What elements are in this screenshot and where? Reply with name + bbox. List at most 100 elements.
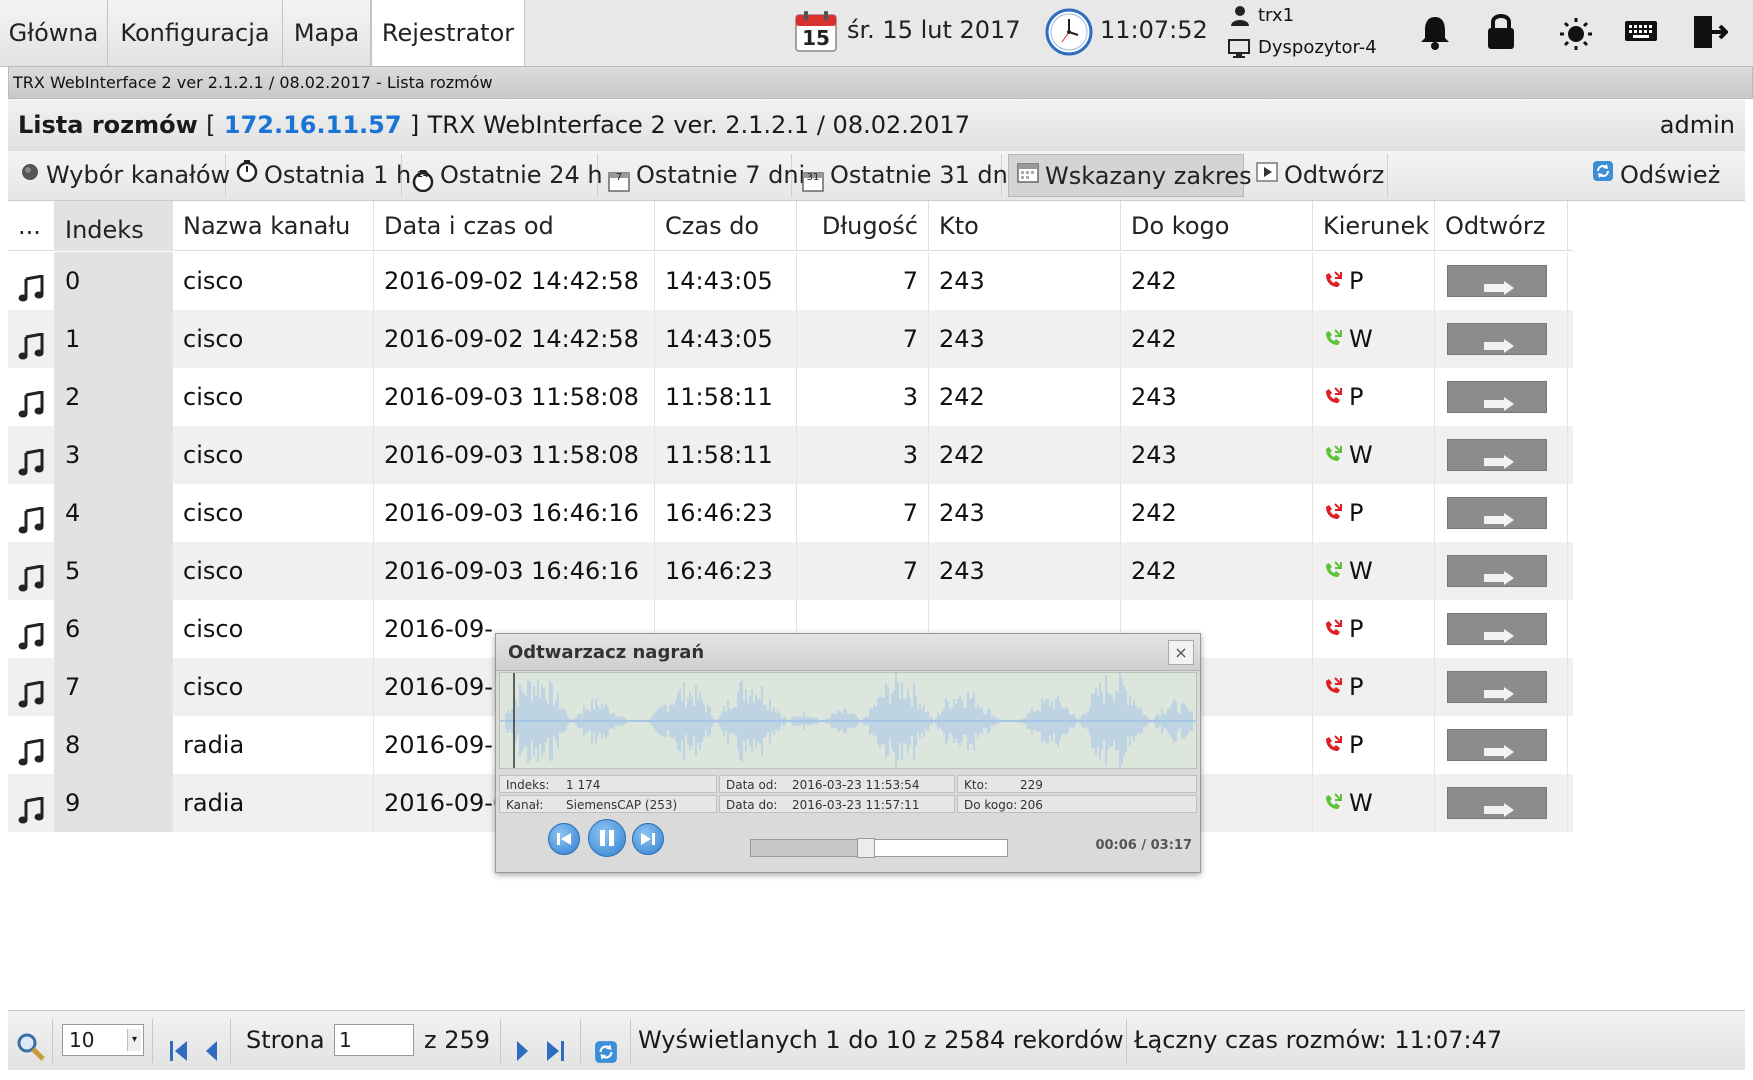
brightness-icon[interactable] (1556, 14, 1592, 50)
bracket-open: [ (206, 111, 216, 139)
col-channel[interactable]: Nazwa kanału (173, 201, 374, 251)
table-row[interactable]: 4 cisco 2016-09-03 16:46:16 16:46:23 7 243 242… (8, 484, 1573, 542)
page-input[interactable]: 1 (334, 1024, 414, 1056)
row-play-button[interactable] (1447, 265, 1547, 297)
last-24h-button[interactable]: 24 Ostatnie 24 h (404, 154, 603, 197)
forward-button[interactable] (632, 823, 664, 855)
row-play-button[interactable] (1447, 729, 1547, 761)
last-31d-button[interactable]: 31 Ostatnie 31 dni (794, 154, 1014, 197)
play-arrow-icon (1484, 397, 1514, 411)
page-label: Strona (246, 1026, 325, 1054)
close-button[interactable]: × (1168, 640, 1194, 665)
col-to[interactable]: Czas do (655, 201, 797, 251)
play-arrow-icon (1484, 745, 1514, 759)
calendar-day: 15 (802, 26, 830, 50)
lock-icon[interactable] (1486, 12, 1516, 50)
cell-play[interactable] (1435, 716, 1568, 774)
last-7d-button[interactable]: 7 Ostatnie 7 dni (600, 154, 805, 197)
col-play[interactable]: Odtwórz (1435, 201, 1568, 251)
music-note-icon (18, 730, 44, 774)
clock-icon (1045, 8, 1093, 56)
tab-konfiguracja[interactable]: Konfiguracja (108, 0, 283, 66)
waveform[interactable] (499, 672, 1197, 769)
col-to-whom[interactable]: Do kogo (1121, 201, 1313, 251)
cell-play[interactable] (1435, 600, 1568, 658)
cell-direction: P (1313, 658, 1435, 716)
tab-glowna[interactable]: Główna (0, 0, 108, 66)
page-total: z 259 (424, 1026, 491, 1054)
rewind-button[interactable] (548, 823, 580, 855)
row-play-button[interactable] (1447, 671, 1547, 703)
cell-play[interactable] (1435, 426, 1568, 484)
cell-play[interactable] (1435, 658, 1568, 716)
table-row[interactable]: 0 cisco 2016-09-02 14:42:58 14:43:05 7 243 242… (8, 252, 1573, 310)
cell-who: 243 (929, 252, 1121, 310)
table-row[interactable]: 2 cisco 2016-09-03 11:58:08 11:58:11 3 242 243… (8, 368, 1573, 426)
cell-index: 8 (55, 716, 173, 774)
last-1h-button[interactable]: Ostatnia 1 h (228, 154, 411, 197)
cell-play[interactable] (1435, 774, 1568, 832)
range-button[interactable]: Wskazany zakres (1008, 154, 1252, 197)
info-from-value: 2016-03-23 11:53:54 (792, 778, 920, 792)
cell-index: 3 (55, 426, 173, 484)
phone-icon (1323, 543, 1343, 600)
tab-rejestrator[interactable]: Rejestrator (371, 0, 525, 67)
row-play-button[interactable] (1447, 497, 1547, 529)
table-row[interactable]: 3 cisco 2016-09-03 11:58:08 11:58:11 3 242 243… (8, 426, 1573, 484)
progress-fill (751, 840, 866, 856)
cell-channel: cisco (173, 368, 374, 426)
player-title[interactable]: Odtwarzacz nagrań (496, 634, 1200, 671)
channels-button[interactable]: Wybór kanałów (12, 154, 230, 197)
current-date: śr. 15 lut 2017 (847, 16, 1021, 44)
info-to-label: Data do: (726, 798, 778, 812)
cell-channel: radia (173, 716, 374, 774)
row-play-button[interactable] (1447, 555, 1547, 587)
logout-icon[interactable] (1692, 14, 1729, 50)
bell-icon[interactable] (1418, 14, 1452, 50)
last-page-icon[interactable] (544, 1026, 566, 1061)
play-button[interactable]: Odtwórz (1248, 154, 1388, 197)
cell-play[interactable] (1435, 310, 1568, 368)
cell-index: 2 (55, 368, 173, 426)
cell-index: 9 (55, 774, 173, 832)
col-who[interactable]: Kto (929, 201, 1121, 251)
last-24h-label: Ostatnie 24 h (440, 161, 603, 189)
cell-to-whom: 242 (1121, 542, 1313, 600)
col-length[interactable]: Długość (797, 201, 929, 251)
row-play-button[interactable] (1447, 613, 1547, 645)
table-row[interactable]: 5 cisco 2016-09-03 16:46:16 16:46:23 7 243 242… (8, 542, 1573, 600)
col-direction[interactable]: Kierunek (1313, 201, 1435, 251)
search-icon[interactable] (16, 1025, 46, 1061)
tab-mapa[interactable]: Mapa (283, 0, 371, 66)
row-play-button[interactable] (1447, 787, 1547, 819)
cell-play[interactable] (1435, 542, 1568, 600)
next-page-icon[interactable] (516, 1026, 530, 1061)
refresh-button[interactable]: Odśwież (1584, 154, 1740, 197)
col-index[interactable]: Indeks (55, 201, 173, 251)
page-size-value: 10 (69, 1028, 95, 1052)
phone-icon (1323, 311, 1343, 368)
cell-play[interactable] (1435, 484, 1568, 542)
chevron-down-icon: ▾ (127, 1029, 141, 1051)
row-play-button[interactable] (1447, 381, 1547, 413)
col-from[interactable]: Data i czas od (374, 201, 655, 251)
total-call-time: Łączny czas rozmów: 11:07:47 (1134, 1026, 1503, 1054)
rewind-icon (557, 833, 571, 845)
reload-icon[interactable] (594, 1027, 618, 1063)
row-play-button[interactable] (1447, 439, 1547, 471)
cell-to: 16:46:23 (655, 542, 797, 600)
table-row[interactable]: 1 cisco 2016-09-02 14:42:58 14:43:05 7 243 242… (8, 310, 1573, 368)
progress-knob[interactable] (857, 838, 875, 858)
keyboard-icon[interactable] (1624, 18, 1658, 44)
cell-play[interactable] (1435, 368, 1568, 426)
row-play-button[interactable] (1447, 323, 1547, 355)
first-page-icon[interactable] (168, 1026, 190, 1061)
progress-slider[interactable] (750, 838, 1008, 858)
prev-page-icon[interactable] (204, 1026, 218, 1061)
cell-play[interactable] (1435, 252, 1568, 310)
user-icon (1230, 5, 1250, 27)
pause-button[interactable] (588, 819, 626, 857)
page-size-select[interactable]: 10 ▾ (62, 1024, 144, 1056)
col-options[interactable]: ... (8, 201, 55, 251)
row-icon (8, 542, 55, 600)
